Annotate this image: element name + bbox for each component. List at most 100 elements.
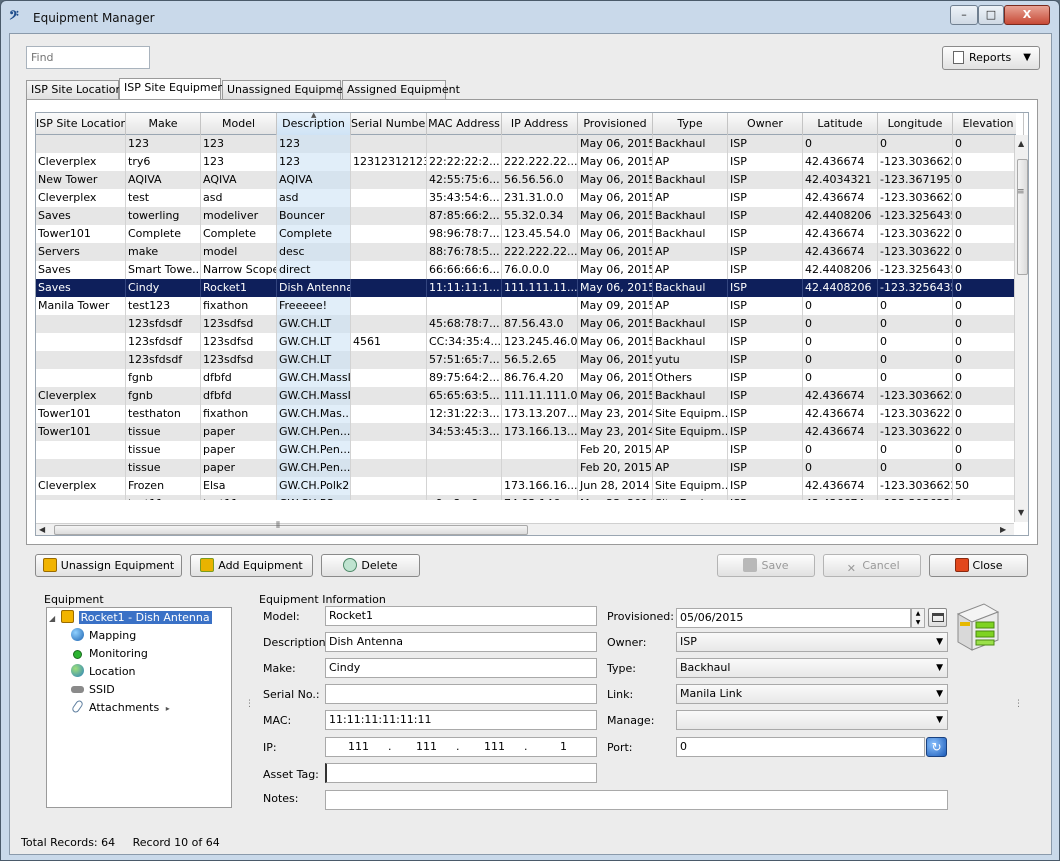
calendar-button[interactable] [928,608,947,627]
find-input[interactable] [26,46,150,69]
table-row[interactable]: test11test11GW.CH.PSerse9:e8:e6:e...74.9… [36,495,1016,500]
table-row[interactable]: fgnb dfbfd GW.CH.MassI 89:75:64:2... 86.76.4… [36,369,1016,387]
table-row[interactable]: Cleverplex test asd asd 35:43:54:6... 231.31.… [36,189,1016,207]
add-equipment-button[interactable]: Add Equipment [190,554,313,577]
refresh-icon[interactable]: ↻ [926,737,947,757]
tree-item-attachments[interactable]: Attachments ▸ [70,699,170,716]
table-cell: 42.436674 [803,243,878,261]
table-cell: tissue [126,441,201,459]
delete-button[interactable]: Delete [321,554,420,577]
ip-octet-3[interactable]: 111 [484,738,505,756]
vertical-scroll-thumb[interactable] [1017,159,1028,275]
column-header[interactable]: Model [201,113,277,135]
tree-item-monitoring[interactable]: Monitoring [71,646,148,662]
table-cell: 123sfdsdf [126,315,201,333]
splitter-handle[interactable]: ⋮ [1014,699,1023,709]
table-row[interactable]: tissue paper GW.CH.Pen... Feb 20, 2015 AP ISP… [36,441,1016,459]
column-header[interactable]: Serial Number [351,113,427,135]
type-select[interactable]: Backhaul ▼ [676,658,948,678]
scroll-down-icon[interactable]: ▼ [1018,508,1024,517]
save-button[interactable]: Save [717,554,815,577]
table-row[interactable]: Tower101 testhaton fixathon GW.CH.Mas... 12:… [36,405,1016,423]
table-row[interactable]: 123sfdsdf 123sdfsd GW.CH.LT 57:51:65:7... 56… [36,351,1016,369]
table-row[interactable]: Manila Tower test123 fixathon Freeeee! May 0… [36,297,1016,315]
column-header[interactable]: ISP Site Location [36,113,126,135]
make-field[interactable]: Cindy [325,658,597,678]
tree-item-label: Monitoring [89,647,148,660]
ip-octet-1[interactable]: 111 [348,738,369,756]
reports-button[interactable]: Reports ▼ [942,46,1040,70]
tree-item-ssid[interactable]: SSID [71,682,115,698]
table-row[interactable]: 123sfdsdf 123sdfsd GW.CH.LT 45:68:78:7... 87… [36,315,1016,333]
mac-field[interactable]: 11:11:11:11:11:11 [325,710,597,730]
column-header[interactable]: Longitude [878,113,953,135]
table-row[interactable]: 123 123 123 May 06, 2015 Backhaul ISP 0 0 0 [36,135,1016,153]
window-title: Equipment Manager [33,11,155,25]
column-header[interactable]: Make [126,113,201,135]
tab-isp-site-locations[interactable]: ISP Site Locations [26,80,128,99]
table-row[interactable]: 123sfdsdf 123sdfsd GW.CH.LT 4561 CC:34:35:4.… [36,333,1016,351]
table-row[interactable]: Cleverplex try6 123 123 12312312123 22:22:22:… [36,153,1016,171]
column-header[interactable]: Owner [728,113,803,135]
title-bar[interactable]: 𝄢 Equipment Manager – □ X [1,1,1059,33]
table-row[interactable]: Tower101 Complete Complete Complete 98:96:78… [36,225,1016,243]
serial-field[interactable] [325,684,597,704]
ip-octet-2[interactable]: 111 [416,738,437,756]
scroll-left-icon[interactable]: ◀ [39,525,45,534]
ip-field[interactable]: 111 . 111 . 111 . 1 [325,737,597,757]
table-row[interactable]: Cleverplex fgnb dfbfd GW.CH.MassI 65:65:63:5… [36,387,1016,405]
table-row[interactable]: Tower101 tissue paper GW.CH.Pen... 34:53:45:… [36,423,1016,441]
table-cell: -123.3036221 [878,405,953,423]
window-close-button[interactable]: X [1004,5,1050,25]
maximize-button[interactable]: □ [978,5,1004,25]
expand-icon[interactable]: ▸ [166,704,170,713]
vertical-scrollbar[interactable]: ▲ ≡ ▼ [1014,135,1028,522]
provisioned-date-field[interactable]: 05/06/2015 [676,608,911,628]
table-cell: 0 [878,315,953,333]
tree-item-location[interactable]: Location [71,664,136,680]
column-header[interactable]: Description ▲ [277,113,351,135]
port-field[interactable]: 0 [676,737,925,757]
owner-select[interactable]: ISP ▼ [676,632,948,652]
column-header[interactable]: Latitude [803,113,878,135]
minimize-button[interactable]: – [950,5,978,25]
table-row[interactable]: New Tower AQIVA AQIVA AQIVA 42:55:75:6... 56.… [36,171,1016,189]
tab-unassigned-equipment[interactable]: Unassigned Equipment [222,80,354,99]
tree-root-node[interactable]: ◢ Rocket1 - Dish Antenna [49,610,212,626]
column-header[interactable]: Type [653,113,728,135]
scroll-up-icon[interactable]: ▲ [1018,139,1024,148]
horizontal-scrollbar[interactable]: ◀ ⦀ ▶ [36,521,1014,535]
column-header[interactable]: MAC Address [427,113,502,135]
tab-isp-site-equipment[interactable]: ISP Site Equipment [119,78,229,100]
table-row[interactable]: Saves towerling modeliver Bouncer 87:85:66:2… [36,207,1016,225]
cancel-button[interactable]: ✕ Cancel [823,554,921,577]
notes-field[interactable] [325,790,948,810]
tree-item-mapping[interactable]: Mapping [71,628,136,644]
date-spinner[interactable]: ▲ ▼ [911,608,925,628]
table-row[interactable]: tissue paper GW.CH.Pen... Feb 20, 2015 AP ISP… [36,459,1016,477]
unassign-equipment-button[interactable]: Unassign Equipment [35,554,182,577]
tab-assigned-equipment[interactable]: Assigned Equipment [342,80,460,99]
type-label: Type: [607,662,636,675]
table-cell: dfbfd [201,369,277,387]
description-field[interactable]: Dish Antenna [325,632,597,652]
model-field[interactable]: Rocket1 [325,606,597,626]
table-row[interactable]: Saves Smart Towe... Narrow Scope direct 66:6… [36,261,1016,279]
asset-tag-field[interactable] [325,763,597,783]
table-row[interactable]: Servers make model desc 88:76:78:5... 222.222… [36,243,1016,261]
link-select[interactable]: Manila Link ▼ [676,684,948,704]
table-row-selected[interactable]: Saves Cindy Rocket1 Dish Antenna 11:11:11:1.… [36,279,1016,297]
scroll-right-icon[interactable]: ▶ [1000,525,1006,534]
ip-octet-4[interactable]: 1 [560,738,567,756]
column-header[interactable]: IP Address [502,113,578,135]
add-label: Add Equipment [218,559,303,572]
horizontal-scroll-thumb[interactable] [54,525,528,535]
manage-select[interactable]: ▼ [676,710,948,730]
column-header[interactable]: Provisioned [578,113,653,135]
table-cell [351,189,427,207]
column-header[interactable]: Elevation [953,113,1024,135]
table-row[interactable]: Cleverplex Frozen Elsa GW.CH.Polk2 173.166.1… [36,477,1016,495]
close-button[interactable]: Close [929,554,1028,577]
collapse-icon[interactable]: ◢ [49,614,55,623]
table-cell: 0 [953,405,1016,423]
